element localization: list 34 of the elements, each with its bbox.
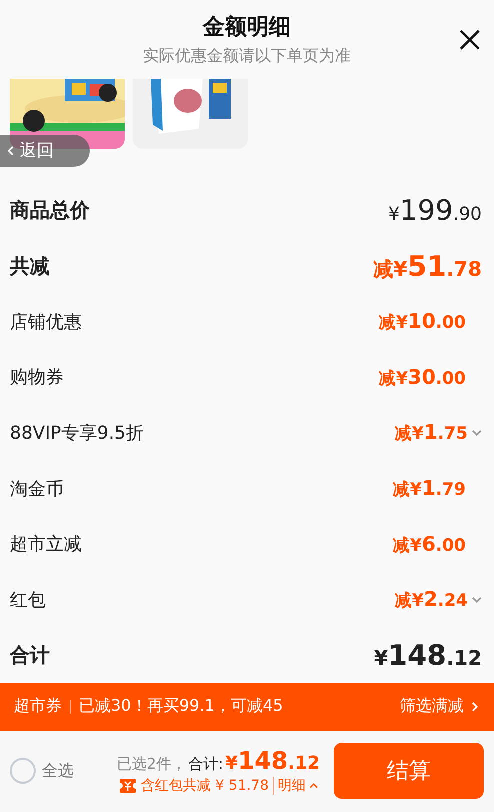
select-all-label: 全选 bbox=[42, 760, 74, 782]
row-label: 淘金币 bbox=[10, 478, 64, 500]
row-label: 商品总价 bbox=[10, 197, 90, 224]
total-label: 合计: bbox=[188, 755, 224, 774]
row-label: 购物券 bbox=[10, 366, 64, 390]
row-amount: ¥199.90 bbox=[388, 194, 482, 228]
back-button[interactable]: 返回 bbox=[0, 134, 90, 167]
row-amount: 减¥2.24 bbox=[395, 587, 468, 612]
row-amount: 减¥51.78 bbox=[374, 250, 482, 283]
row-label: 超市立减 bbox=[10, 533, 82, 556]
total-amount: ¥148.12 bbox=[225, 747, 320, 776]
row-amount: ¥148.12 bbox=[374, 638, 482, 672]
row-amount: 减¥30.00 bbox=[379, 364, 466, 390]
row-label: 共减 bbox=[10, 252, 50, 280]
select-all-radio[interactable] bbox=[10, 758, 36, 784]
coupon-icon bbox=[119, 778, 138, 794]
row-label: 88VIP专享9.5折 bbox=[10, 422, 144, 445]
row-amount: 减¥6.00 bbox=[393, 532, 466, 557]
selected-count: 已选2件， bbox=[116, 755, 186, 774]
row-label: 红包 bbox=[10, 588, 46, 612]
detail-link[interactable]: 明细 bbox=[273, 777, 320, 796]
panel-title: 金额明细 bbox=[203, 14, 291, 42]
row-amount: 减¥10.00 bbox=[379, 309, 466, 334]
row-label: 店铺优惠 bbox=[10, 310, 82, 334]
panel-subtitle: 实际优惠金额请以下单页为准 bbox=[143, 46, 351, 68]
row-amount: 减¥1.79 bbox=[393, 476, 466, 501]
promo-message: 已减30！再买99.1，可减45 bbox=[79, 696, 284, 718]
close-icon[interactable] bbox=[458, 28, 482, 52]
discount-note: 含红包共减 ¥ 51.78 bbox=[141, 777, 269, 796]
filter-link[interactable]: 筛选满减 bbox=[400, 696, 482, 718]
checkout-button[interactable]: 结算 bbox=[334, 743, 484, 800]
row-amount: 减¥1.75 bbox=[395, 420, 468, 446]
promo-tag: 超市券 bbox=[14, 696, 62, 718]
row-label: 合计 bbox=[10, 642, 50, 669]
